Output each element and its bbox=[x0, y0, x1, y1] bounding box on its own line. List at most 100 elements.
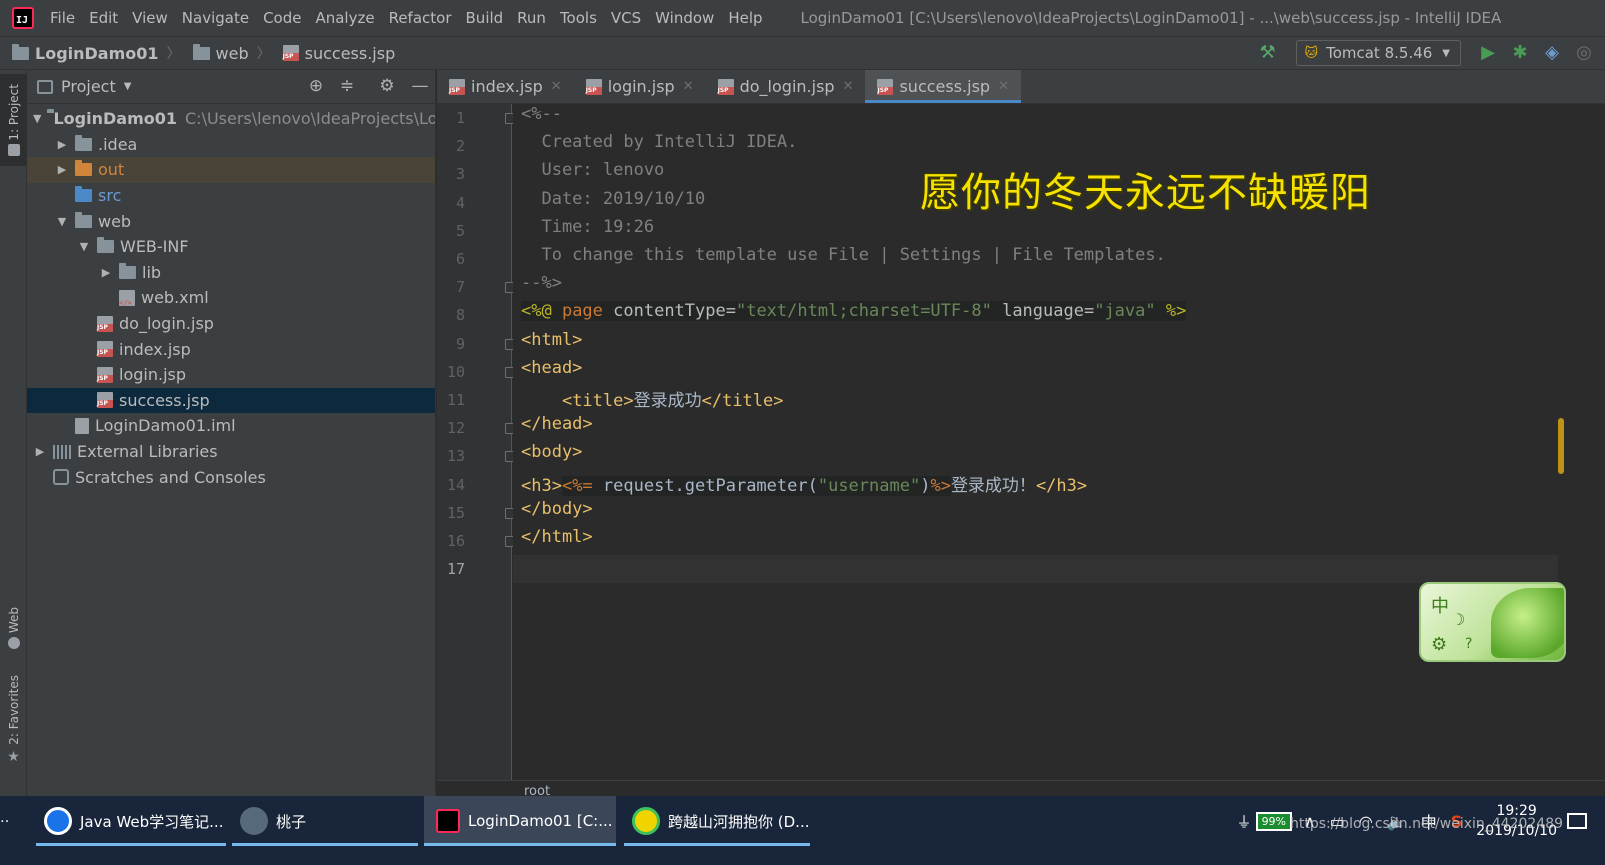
expand-arrow-icon[interactable]: ▼ bbox=[55, 215, 69, 228]
collapse-arrow-icon[interactable]: ▶ bbox=[55, 163, 69, 176]
code-line[interactable]: <head> bbox=[521, 358, 582, 386]
battery-indicator[interactable]: ⏚ 99% bbox=[1237, 811, 1293, 832]
menu-edit[interactable]: Edit bbox=[89, 9, 118, 27]
editor-tab[interactable]: index.jsp ✕ bbox=[437, 70, 574, 103]
code-line[interactable]: </head> bbox=[521, 414, 593, 442]
collapse-all-icon[interactable]: ≑ bbox=[337, 76, 357, 96]
intellij-app-icon: IJ bbox=[12, 7, 34, 29]
tree-item[interactable]: ▶ out bbox=[27, 157, 435, 183]
menu-tools[interactable]: Tools bbox=[560, 9, 597, 27]
run-icon[interactable]: ▶ bbox=[1477, 42, 1499, 64]
code-line[interactable]: User: lenovo bbox=[521, 160, 664, 188]
menu-build[interactable]: Build bbox=[466, 9, 504, 27]
help-icon[interactable]: ? bbox=[1465, 636, 1472, 652]
collapse-arrow-icon[interactable]: ▶ bbox=[33, 445, 47, 458]
scrollbar-marker[interactable] bbox=[1558, 418, 1564, 474]
code-line[interactable]: <title>登录成功</title> bbox=[521, 386, 784, 414]
gear-icon[interactable]: ⚙ bbox=[377, 76, 397, 96]
line-number: 15 bbox=[446, 503, 465, 522]
code-line[interactable]: <h3><%= request.getParameter("username")… bbox=[521, 471, 1087, 499]
tree-item[interactable]: ▼ web bbox=[27, 208, 435, 234]
menu-refactor[interactable]: Refactor bbox=[389, 9, 452, 27]
ime-mode-indicator[interactable]: 中 bbox=[1431, 592, 1449, 618]
project-view-selector[interactable]: Project bbox=[61, 77, 116, 96]
code-token: User: lenovo bbox=[521, 160, 665, 181]
tool-tab-web[interactable]: Web bbox=[0, 598, 27, 658]
code-line[interactable]: <%@ page contentType="text/html;charset=… bbox=[521, 301, 1187, 329]
code-line[interactable]: --%> bbox=[521, 273, 562, 301]
expand-arrow-icon[interactable]: ▼ bbox=[33, 112, 41, 125]
code-line[interactable]: Time: 19:26 bbox=[521, 217, 654, 245]
editor-tab[interactable]: success.jsp ✕ bbox=[865, 70, 1021, 103]
run-config-selector[interactable]: 🐱 Tomcat 8.5.46 ▼ bbox=[1295, 40, 1461, 66]
menu-analyze[interactable]: Analyze bbox=[315, 9, 374, 27]
ime-floating-widget[interactable]: 中 ☽ ⚙ ? bbox=[1419, 582, 1566, 662]
code-token: Date: 2019/10/10 bbox=[521, 188, 706, 209]
crumb-project[interactable]: LoginDamo01 bbox=[12, 43, 159, 63]
menu-view[interactable]: View bbox=[132, 9, 168, 27]
moon-icon[interactable]: ☽ bbox=[1451, 610, 1465, 629]
tree-item[interactable]: ▶ .idea bbox=[27, 132, 435, 158]
code-line[interactable]: Date: 2019/10/10 bbox=[521, 189, 705, 217]
menu-window[interactable]: Window bbox=[655, 9, 714, 27]
tree-item[interactable]: ▶ lib bbox=[27, 260, 435, 286]
chevron-down-icon[interactable]: ▼ bbox=[124, 81, 132, 92]
tree-item[interactable]: ▼ WEB-INF bbox=[27, 234, 435, 260]
debug-icon[interactable]: ✱ bbox=[1509, 42, 1531, 64]
notification-icon[interactable] bbox=[1567, 813, 1587, 829]
menu-run[interactable]: Run bbox=[517, 9, 546, 27]
editor-tab-label: login.jsp bbox=[607, 77, 675, 96]
taskbar-item-intellij[interactable]: LoginDamo01 [C:... bbox=[424, 796, 616, 846]
tree-item[interactable]: do_login.jsp bbox=[27, 311, 435, 337]
tree-item[interactable]: login.jsp bbox=[27, 362, 435, 388]
profile-icon[interactable]: ◎ bbox=[1573, 42, 1595, 64]
code-line[interactable]: <html> bbox=[521, 330, 582, 358]
tree-item[interactable]: ▶ External Libraries bbox=[27, 439, 435, 465]
taskbar-item-browser[interactable]: Java Web学习笔记... bbox=[36, 796, 226, 846]
collapse-arrow-icon[interactable]: ▶ bbox=[55, 138, 69, 151]
menu-file[interactable]: File bbox=[50, 9, 75, 27]
tree-item[interactable]: Scratches and Consoles bbox=[27, 464, 435, 490]
taskbar-item-chat[interactable]: 桃子 bbox=[232, 796, 418, 846]
tree-item[interactable]: LoginDamo01.iml bbox=[27, 413, 435, 439]
coverage-icon[interactable]: ◈ bbox=[1541, 42, 1563, 64]
code-line[interactable]: To change this template use File | Setti… bbox=[521, 245, 1165, 273]
tree-item[interactable]: web.xml bbox=[27, 285, 435, 311]
start-overflow-icon[interactable]: ‥ bbox=[0, 810, 9, 826]
editor-tab[interactable]: login.jsp ✕ bbox=[574, 70, 706, 103]
locate-icon[interactable]: ⊕ bbox=[306, 76, 326, 96]
code-line[interactable]: <%-- bbox=[521, 104, 562, 132]
tree-item[interactable]: index.jsp bbox=[27, 336, 435, 362]
tree-item[interactable]: success.jsp bbox=[27, 387, 435, 414]
close-icon[interactable]: ✕ bbox=[998, 79, 1009, 94]
code-token: <title> bbox=[561, 391, 634, 411]
code-line[interactable]: </html> bbox=[521, 527, 593, 555]
menu-vcs[interactable]: VCS bbox=[611, 9, 641, 27]
code-line[interactable]: </body> bbox=[521, 499, 593, 527]
chevron-down-icon: ▼ bbox=[1442, 47, 1450, 59]
hammer-icon[interactable]: ⚒ bbox=[1260, 44, 1278, 62]
gear-icon[interactable]: ⚙ bbox=[1431, 634, 1447, 655]
close-icon[interactable]: ✕ bbox=[843, 79, 854, 94]
crumb-file[interactable]: success.jsp bbox=[282, 44, 395, 63]
code-token: <html> bbox=[521, 329, 583, 350]
crumb-web[interactable]: web bbox=[192, 43, 249, 63]
crumb-project-label: LoginDamo01 bbox=[35, 43, 159, 63]
close-icon[interactable]: ✕ bbox=[683, 79, 694, 94]
menu-navigate[interactable]: Navigate bbox=[182, 9, 249, 27]
expand-arrow-icon[interactable]: ▼ bbox=[77, 240, 91, 253]
menu-help[interactable]: Help bbox=[728, 9, 762, 27]
tree-item[interactable]: ▼ LoginDamo01 C:\Users\lenovo\IdeaProjects… bbox=[27, 106, 435, 132]
collapse-arrow-icon[interactable]: ▶ bbox=[99, 266, 113, 279]
taskbar-item-music[interactable]: 跨越山河拥抱你 (D... bbox=[624, 796, 810, 846]
code-line[interactable]: <body> bbox=[521, 442, 582, 470]
tree-item[interactable]: src bbox=[27, 183, 435, 209]
code-line[interactable]: Created by IntelliJ IDEA. bbox=[521, 132, 797, 160]
tool-tab-favorites[interactable]: 2: Favorites ★ bbox=[0, 670, 27, 770]
hide-panel-icon[interactable]: — bbox=[410, 76, 430, 96]
tool-tab-project[interactable]: 1: Project bbox=[0, 74, 27, 166]
menu-code[interactable]: Code bbox=[263, 9, 301, 27]
editor-tab[interactable]: do_login.jsp ✕ bbox=[706, 70, 866, 103]
left-tool-strip: 1: Project Web 2: Favorites ★ bbox=[0, 70, 27, 796]
close-icon[interactable]: ✕ bbox=[551, 79, 562, 94]
